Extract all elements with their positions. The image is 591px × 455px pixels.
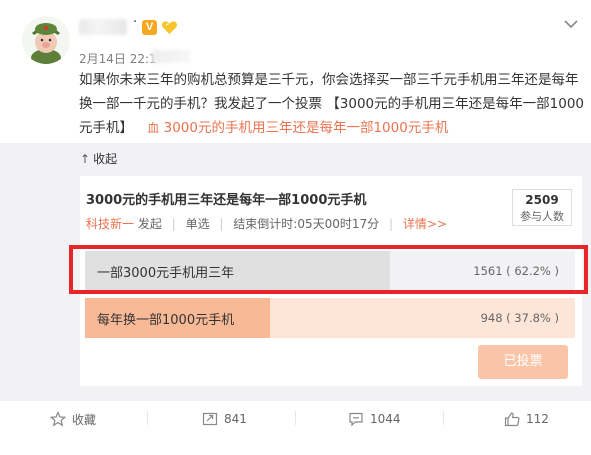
repost-count: 841 xyxy=(224,412,247,426)
divider: | xyxy=(388,217,394,231)
star-icon xyxy=(50,411,66,427)
divider: | xyxy=(171,217,176,231)
avatar[interactable] xyxy=(22,16,70,64)
poll-link[interactable]: 3000元的手机用三年还是每年一部1000元手机 xyxy=(164,120,449,136)
collapse-label: 收起 xyxy=(93,152,118,166)
collapse-button[interactable]: ↑ 收起 xyxy=(80,150,117,167)
participants-number: 2509 xyxy=(525,193,559,207)
poll-author-link[interactable]: 科技新一 xyxy=(86,217,134,231)
author-name-redacted[interactable] xyxy=(79,19,127,35)
divider xyxy=(147,411,148,425)
divider: | xyxy=(219,217,224,231)
voted-button[interactable]: 已投票 xyxy=(478,345,568,379)
poll-option-2[interactable]: 每年换一部1000元手机 948 ( 37.8% ) xyxy=(85,298,575,338)
poll-countdown: 结束倒计时:05天00时17分 xyxy=(233,217,380,231)
poll-title: 3000元的手机用三年还是每年一部1000元手机 xyxy=(86,193,367,208)
highlight-annotation-box xyxy=(69,245,588,294)
like-count: 112 xyxy=(526,412,549,426)
comment-button[interactable]: 1044 xyxy=(348,410,401,428)
favorite-label: 收藏 xyxy=(72,412,97,427)
repost-icon xyxy=(202,412,218,426)
divider xyxy=(295,411,296,425)
poll-details-link[interactable]: 详情>> xyxy=(403,217,447,231)
weibo-post: · V 2月14日 22:1 如果你未来三年的购机总预算是三千元，你会选择买一部… xyxy=(0,0,591,455)
participants-label: 参与人数 xyxy=(520,210,564,223)
post-text: 如果你未来三年的购机总预算是三千元，你会选择买一部三千元手机用三年还是每年换一部… xyxy=(79,68,585,140)
comment-count: 1044 xyxy=(370,412,401,426)
verified-badge-icon[interactable]: V xyxy=(142,20,157,35)
favorite-button[interactable]: 收藏 xyxy=(50,410,96,428)
poll-mode: 单选 xyxy=(185,217,210,231)
poll-author-action: 发起 xyxy=(137,217,162,231)
post-source-redacted xyxy=(152,50,190,63)
thumbs-up-icon xyxy=(504,412,520,427)
author-separator: · xyxy=(133,15,138,30)
poll-option-2-stat: 948 ( 37.8% ) xyxy=(480,311,559,325)
member-heart-icon[interactable] xyxy=(161,19,178,36)
comment-icon xyxy=(349,412,363,427)
poll-option-2-label: 每年换一部1000元手机 xyxy=(97,313,235,328)
chevron-down-icon[interactable] xyxy=(563,18,579,30)
poll-meta: 科技新一 发起 | 单选 | 结束倒计时:05天00时17分 | 详情>> xyxy=(86,215,447,232)
link-icon: 血 xyxy=(147,121,160,135)
post-time[interactable]: 2月14日 22:1 xyxy=(79,50,157,67)
divider xyxy=(443,411,444,425)
repost-button[interactable]: 841 xyxy=(202,410,247,428)
like-button[interactable]: 112 xyxy=(504,410,549,428)
participants-count: 2509 参与人数 xyxy=(512,189,572,226)
arrow-up-icon: ↑ xyxy=(80,152,91,166)
